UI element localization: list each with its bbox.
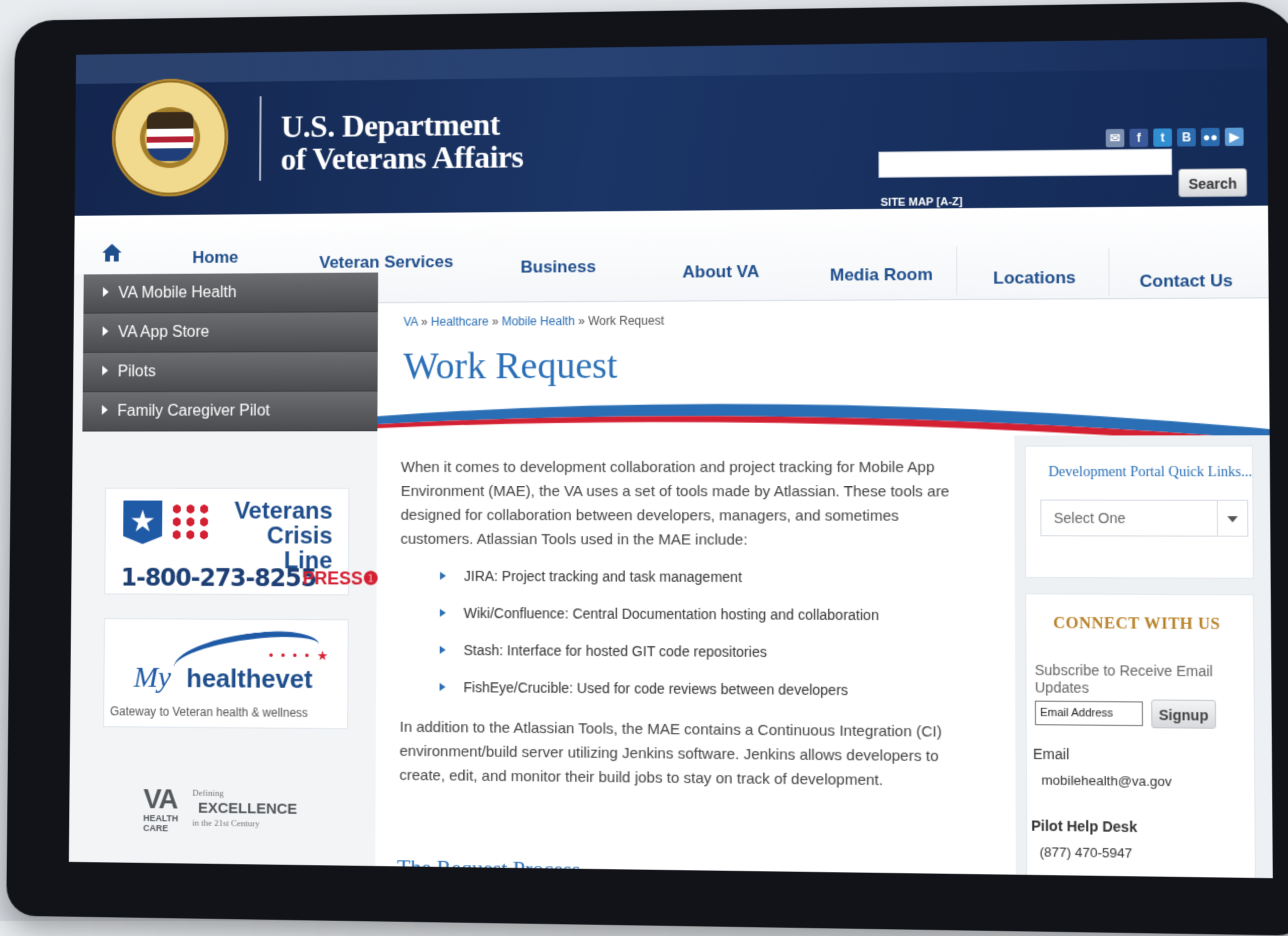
social-icons: ✉ f t B ●● ▶	[1105, 127, 1244, 148]
tools-list: JIRA: Project tracking and task manageme…	[439, 566, 965, 719]
blog-icon[interactable]: B	[1177, 128, 1196, 147]
help-desk-phone: (877) 470-5947	[1039, 844, 1133, 861]
crisis-line-title: Veterans Crisis Line	[234, 497, 333, 575]
quick-links-select[interactable]: Select One	[1040, 499, 1249, 537]
youtube-icon[interactable]: ▶	[1224, 127, 1244, 147]
email-value[interactable]: mobilehealth@va.gov	[1041, 772, 1171, 789]
list-item: FishEye/Crucible: Used for code reviews …	[439, 677, 965, 719]
help-desk-label: Pilot Help Desk	[1031, 817, 1138, 836]
flickr-icon[interactable]: ●●	[1200, 127, 1220, 147]
my-healthevet-banner[interactable]: • • • • ★ My healthevet Gateway to Veter…	[103, 618, 349, 730]
list-item: Stash: Interface for hosted GIT code rep…	[439, 640, 966, 681]
nav-contact-us[interactable]: Contact Us	[1140, 271, 1233, 292]
mhv-tagline: Gateway to Veteran health & wellness	[109, 704, 308, 720]
nav-business[interactable]: Business	[521, 257, 596, 277]
monitor-frame: U.S. Department of Veterans Affairs ✉ f t B…	[6, 1, 1288, 936]
breadcrumb-current: Work Request	[588, 313, 665, 329]
crisis-phone: 1-800-273-8255	[120, 563, 317, 593]
menu-item-family-caregiver-pilot[interactable]: Family Caregiver Pilot	[82, 391, 378, 432]
bullet-arrow-icon	[439, 682, 446, 692]
ci-paragraph: In addition to the Atlassian Tools, the …	[399, 718, 942, 790]
mhv-healthevet: healthevet	[186, 663, 313, 695]
nav-veteran-services[interactable]: Veteran Services	[319, 252, 453, 273]
veterans-crisis-line-banner[interactable]: ★ Veterans Crisis Line 1-800-273-8255 PR…	[104, 487, 379, 596]
site-header: U.S. Department of Veterans Affairs ✉ f t B…	[74, 38, 1269, 216]
bullet-arrow-icon	[439, 645, 446, 654]
list-item: Wiki/Confluence: Central Documentation h…	[439, 603, 966, 643]
va-defining: Defining	[192, 787, 224, 799]
list-item: JIRA: Project tracking and task manageme…	[440, 566, 966, 605]
nav-locations[interactable]: Locations	[993, 268, 1076, 289]
twitter-icon[interactable]: t	[1153, 128, 1172, 147]
quick-links-title: Development Portal Quick Links...	[1048, 464, 1253, 481]
menu-arrow-icon	[102, 286, 109, 297]
crisis-press: PRESS❶	[302, 568, 379, 589]
nav-home[interactable]: Home	[192, 248, 238, 268]
nav-media-room[interactable]: Media Room	[830, 265, 933, 286]
menu-item-va-mobile-health[interactable]: VA Mobile Health	[83, 272, 379, 314]
breadcrumb-healthcare[interactable]: Healthcare	[431, 315, 489, 329]
menu-item-va-app-store[interactable]: VA App Store	[83, 312, 378, 353]
va-excellence: EXCELLENCE	[198, 799, 298, 818]
menu-item-pilots[interactable]: Pilots	[82, 351, 378, 393]
department-title[interactable]: U.S. Department of Veterans Affairs	[281, 106, 597, 176]
dots-icon	[169, 502, 212, 541]
signup-button[interactable]: Signup	[1151, 699, 1217, 729]
breadcrumb: VA » Healthcare » Mobile Health » Work R…	[403, 313, 665, 329]
star-icon: ★	[123, 501, 162, 545]
menu-arrow-icon	[102, 326, 109, 336]
nav-about-va[interactable]: About VA	[682, 262, 759, 283]
facebook-icon[interactable]: f	[1129, 128, 1149, 148]
request-process-heading: The Request Process	[396, 854, 581, 879]
va-health-care-logo[interactable]: VA	[143, 783, 177, 815]
connect-title: CONNECT WITH US	[1053, 614, 1221, 634]
email-label: Email	[1032, 745, 1070, 763]
section-menu: VA Mobile Health VA App Store Pilots Fam…	[82, 272, 379, 432]
intro-paragraph: When it comes to development collaborati…	[400, 458, 950, 549]
mhv-my: My	[133, 660, 172, 694]
stars-icon: • • • • ★	[268, 647, 331, 664]
email-field[interactable]: Email Address	[1034, 700, 1143, 727]
breadcrumb-mobile-health[interactable]: Mobile Health	[502, 314, 575, 328]
search-button[interactable]: Search	[1178, 168, 1248, 198]
menu-arrow-icon	[101, 404, 108, 415]
site-map-link[interactable]: SITE MAP [A-Z]	[881, 196, 963, 209]
subscribe-label: Subscribe to Receive Email Updates	[1034, 661, 1213, 696]
menu-arrow-icon	[102, 365, 109, 376]
page-title: Work Request	[403, 344, 618, 388]
browser-viewport: U.S. Department of Veterans Affairs ✉ f t B…	[68, 38, 1273, 879]
quick-links-box: Development Portal Quick Links... Select…	[1024, 445, 1254, 579]
va-seal-logo[interactable]	[111, 78, 229, 197]
search-input[interactable]	[878, 148, 1173, 178]
home-icon[interactable]	[101, 242, 122, 264]
email-icon[interactable]: ✉	[1105, 128, 1125, 148]
bullet-arrow-icon	[440, 571, 447, 580]
header-divider	[259, 96, 262, 181]
va-century: in the 21st Century	[192, 817, 260, 829]
bullet-arrow-icon	[439, 608, 446, 617]
connect-box: CONNECT WITH US Subscribe to Receive Ema…	[1025, 593, 1256, 879]
breadcrumb-va[interactable]: VA	[403, 315, 417, 329]
va-health-care-text: HEALTH CARE	[143, 813, 179, 834]
chevron-down-icon[interactable]	[1216, 500, 1248, 536]
